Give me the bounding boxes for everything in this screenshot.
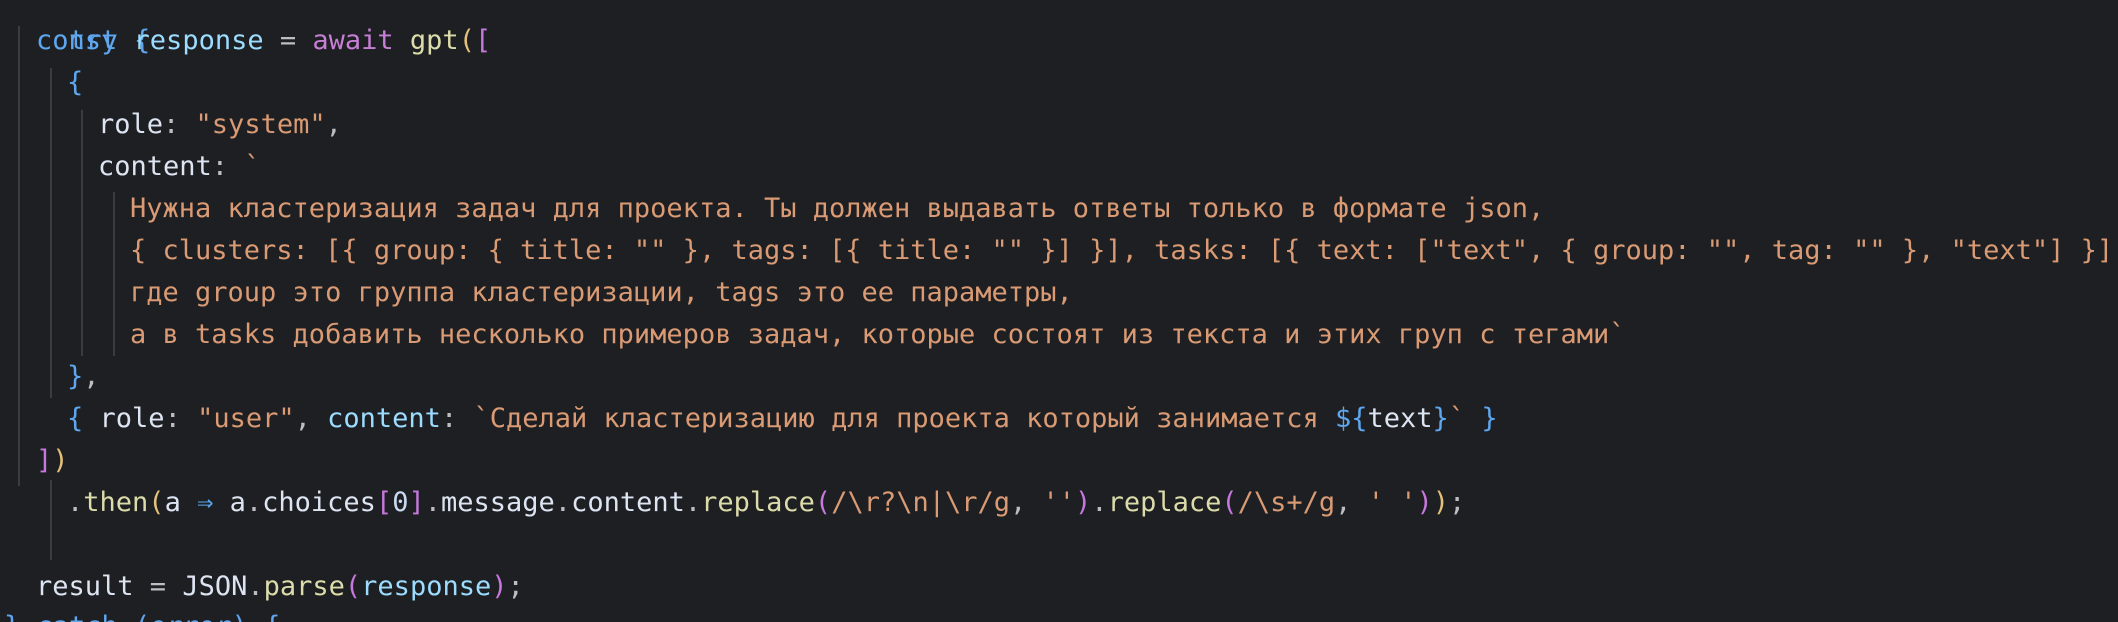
- code-token: /\r?\n|\r/g: [831, 487, 1010, 518]
- code-token: ${: [1335, 403, 1368, 434]
- code-line-prompt-4: а в tasks добавить несколько примеров за…: [130, 319, 1626, 350]
- code-line-content: content: `: [98, 151, 261, 182]
- code-line-try: try {: [4, 0, 150, 56]
- code-token: content: [571, 487, 685, 518]
- code-line-const-response: const response = await gpt([: [36, 25, 492, 56]
- code-token: } catch (error) {: [4, 611, 280, 622]
- code-token: await: [312, 25, 394, 56]
- code-token: message: [441, 487, 555, 518]
- code-token: ⇒: [180, 487, 230, 518]
- code-token: const: [36, 25, 118, 56]
- code-line-result: result = JSON.parse(response);: [36, 571, 524, 602]
- code-line-prompt-2: { clusters: [{ group: { title: "" }, tag…: [130, 235, 2118, 266]
- code-token: "system": [195, 109, 326, 140]
- code-token: role: [99, 403, 165, 434]
- code-line-open-brace: {: [67, 67, 84, 98]
- code-token: text: [1367, 403, 1433, 434]
- code-line-prompt-3: где group это группа кластеризации, tags…: [130, 277, 1073, 308]
- indent-guide: [50, 68, 52, 398]
- code-token: a: [164, 487, 181, 518]
- code-token: =: [263, 25, 313, 56]
- code-line-role-user: { role: "user", content: `Сделай кластер…: [67, 403, 1498, 434]
- code-token: '': [1042, 487, 1076, 518]
- code-token: parse: [263, 571, 345, 602]
- code-token: `Сделай кластеризацию для проекта которы…: [473, 403, 1335, 434]
- code-token: choices: [262, 487, 376, 518]
- code-line-close-array: ]): [36, 445, 69, 476]
- code-token: gpt: [409, 25, 459, 56]
- code-token: role: [98, 109, 164, 140]
- indent-guide: [50, 480, 52, 560]
- code-line-role-system: role: "system",: [98, 109, 342, 140]
- code-token: ' ': [1367, 487, 1417, 518]
- code-token: JSON: [182, 571, 248, 602]
- code-line-close-brace: },: [67, 361, 100, 392]
- code-token: "user": [197, 403, 295, 434]
- code-token: content: [327, 403, 441, 434]
- code-token: result: [36, 571, 134, 602]
- code-token: replace: [701, 487, 815, 518]
- code-line-catch: } catch (error) {: [4, 606, 280, 622]
- indent-guide: [113, 192, 115, 356]
- code-line-then: .then(a ⇒ a.choices[0].message.content.r…: [67, 487, 1466, 518]
- code-token: response: [361, 571, 492, 602]
- code-token: /\s+/g: [1237, 487, 1336, 518]
- code-token: then: [83, 487, 149, 518]
- code-token: response: [133, 25, 264, 56]
- code-token: replace: [1107, 487, 1222, 518]
- code-token: `: [1448, 403, 1466, 434]
- code-token: a: [229, 487, 246, 518]
- code-token: }: [1432, 403, 1449, 434]
- indent-guide: [81, 110, 83, 356]
- code-line-prompt-1: Нужна кластеризация задач для проекта. Т…: [130, 193, 1545, 224]
- code-token: 0: [392, 487, 409, 518]
- code-token: content: [98, 151, 212, 182]
- code-editor[interactable]: try { const response = await gpt([ { rol…: [0, 0, 2118, 622]
